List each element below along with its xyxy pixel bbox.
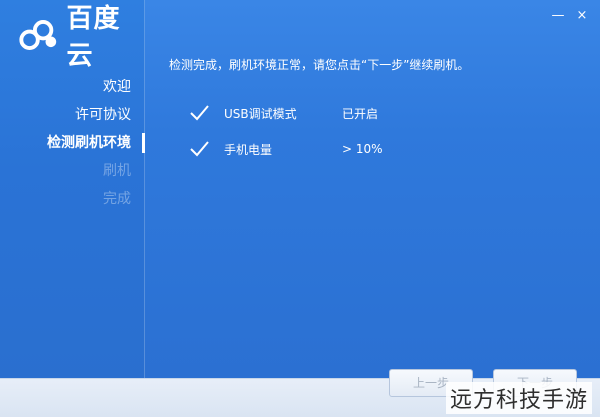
checkmark-icon (190, 105, 209, 121)
app-logo: 百度云 (16, 4, 145, 71)
check-row-usb: USB调试模式 已开启 (188, 102, 378, 124)
sidebar: 百度云 欢迎 许可协议 检测刷机环境 刷机 完成 (0, 0, 145, 378)
check-value: > 10% (342, 142, 383, 156)
minimize-button[interactable]: — (550, 8, 566, 24)
steps-nav: 欢迎 许可协议 检测刷机环境 刷机 完成 (0, 73, 145, 213)
check-label: USB调试模式 (224, 106, 297, 121)
step-check-environment: 检测刷机环境 (0, 129, 145, 157)
cloud-logo-icon (19, 19, 57, 51)
step-license: 许可协议 (75, 107, 131, 123)
checkmark-icon (190, 141, 209, 157)
installer-window: 百度云 欢迎 许可协议 检测刷机环境 刷机 完成 — × 检测完成，刷机环境正常… (0, 0, 600, 417)
watermark: 远方科技手游 (445, 382, 592, 414)
status-message: 检测完成，刷机环境正常，请您点击“下一步”继续刷机。 (169, 58, 470, 72)
check-value: 已开启 (342, 106, 379, 121)
step-flash: 刷机 (103, 163, 131, 179)
step-finish: 完成 (103, 191, 131, 207)
app-name: 百度云 (66, 4, 121, 71)
check-row-battery: 手机电量 > 10% (188, 138, 383, 160)
close-button[interactable]: × (574, 8, 590, 24)
step-welcome: 欢迎 (103, 79, 131, 95)
check-label: 手机电量 (224, 142, 273, 157)
